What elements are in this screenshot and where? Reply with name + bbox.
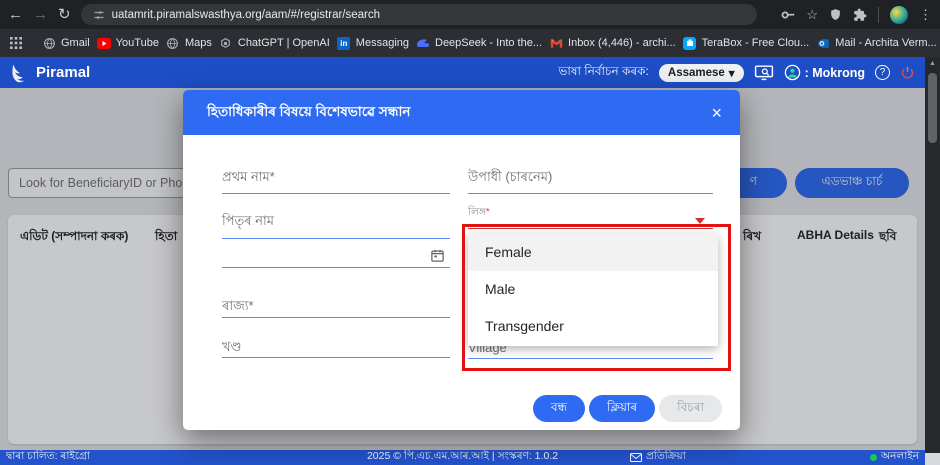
bookmark-youtube[interactable]: YouTube: [97, 36, 159, 50]
feedback-link[interactable]: প্ৰতিক্ৰিয়া: [630, 449, 686, 465]
user-avatar-icon: [784, 64, 801, 81]
bookmark-outlook-mail[interactable]: Mail - Archita Verm...: [816, 36, 936, 50]
village-input[interactable]: [468, 358, 713, 359]
piramal-wing-icon: [10, 63, 30, 83]
site-settings-icon[interactable]: [93, 9, 105, 21]
piramal-logo: Piramal: [10, 63, 90, 83]
bookmark-star-icon[interactable]: ☆: [806, 8, 818, 21]
openai-icon: [219, 36, 233, 50]
logout-power-icon[interactable]: [900, 65, 915, 80]
reload-icon[interactable]: ↻: [58, 7, 71, 22]
father-name-label: পিতৃৰ নাম: [222, 212, 274, 233]
globe-icon: [166, 36, 180, 50]
apps-grid-icon[interactable]: [10, 37, 22, 49]
globe-icon: [42, 36, 56, 50]
online-status: অনলাইন: [870, 449, 919, 465]
bookmark-gmail[interactable]: Gmail: [42, 36, 90, 50]
youtube-icon: [97, 36, 111, 50]
help-icon[interactable]: ?: [875, 65, 890, 80]
scroll-up-icon[interactable]: ▲: [925, 57, 940, 67]
surname-label: উপাধী (চাৰনেম): [468, 168, 552, 189]
block-select[interactable]: [222, 357, 450, 358]
linkedin-icon: in: [337, 36, 351, 50]
dialog-buttons: বন্ধ ক্লিয়াৰ বিচৰা: [533, 395, 722, 422]
language-select-label: ভাষা নিৰ্বাচন কৰক:: [558, 63, 648, 83]
page-viewport: Piramal ভাষা নিৰ্বাচন কৰক: Assamese ▾ : …: [0, 57, 940, 465]
block-label: খণ্ড: [222, 338, 242, 359]
shield-icon[interactable]: [829, 8, 842, 21]
language-select[interactable]: Assamese ▾: [659, 64, 744, 82]
gmail-icon: [549, 36, 563, 50]
chevron-down-icon: ▾: [729, 66, 735, 80]
state-label: ৰাজ্য*: [222, 297, 254, 318]
toolbar-actions: ☆ ⋮: [781, 6, 932, 24]
calendar-icon[interactable]: [430, 248, 445, 263]
bookmark-chatgpt[interactable]: ChatGPT | OpenAI: [219, 36, 330, 50]
back-icon[interactable]: ←: [8, 7, 23, 22]
terabox-icon: [683, 36, 697, 50]
dialog-title: হিতাধিকাৰীৰ বিষয়ে বিশেষভাৱে সন্ধান: [207, 101, 410, 124]
browser-toolbar: ← → ↻ uatamrit.piramalswasthya.org/aam/#…: [0, 0, 940, 29]
close-button[interactable]: বন্ধ: [533, 395, 585, 422]
bookmark-inbox[interactable]: Inbox (4,446) - archi...: [549, 36, 676, 50]
browser-window: ← → ↻ uatamrit.piramalswasthya.org/aam/#…: [0, 0, 940, 465]
gender-dropdown-menu: Female Male Transgender: [468, 234, 718, 346]
surname-input[interactable]: [468, 193, 713, 194]
extensions-puzzle-icon[interactable]: [853, 8, 867, 22]
url-text: uatamrit.piramalswasthya.org/aam/#/regis…: [112, 9, 380, 21]
password-key-icon[interactable]: [781, 8, 795, 22]
page-scrollbar[interactable]: ▲: [925, 57, 940, 465]
father-name-input[interactable]: [222, 238, 450, 239]
outlook-icon: [816, 36, 830, 50]
bookmarks-bar: Gmail YouTube Maps ChatGPT | OpenAI in M…: [0, 29, 940, 57]
dialog-header: হিতাধিকাৰীৰ বিষয়ে বিশেষভাৱে সন্ধান ×: [183, 90, 740, 135]
header-actions: ভাষা নিৰ্বাচন কৰক: Assamese ▾ : Mokrong …: [558, 63, 915, 83]
gender-option-female[interactable]: Female: [468, 234, 718, 271]
app-footer: দ্বাৰা চালিত: ৰাইগ্ৰো 2025 © পি.এচ.এম.আৰ…: [0, 450, 925, 465]
forward-icon[interactable]: →: [33, 7, 48, 22]
gender-label: লিঙ্গ*: [468, 205, 490, 222]
bookmark-terabox[interactable]: TeraBox - Free Clou...: [683, 36, 810, 50]
scrollbar-corner: [925, 453, 940, 465]
close-icon[interactable]: ×: [711, 104, 722, 122]
bookmark-deepseek[interactable]: DeepSeek - Into the...: [416, 36, 542, 50]
state-select[interactable]: [222, 317, 450, 318]
select-caret-icon[interactable]: [695, 218, 705, 224]
first-name-label: প্ৰথম নাম*: [222, 168, 275, 189]
chrome-menu-icon[interactable]: ⋮: [919, 7, 932, 23]
bookmark-maps[interactable]: Maps: [166, 36, 212, 50]
gender-option-male[interactable]: Male: [468, 271, 718, 308]
search-button[interactable]: বিচৰা: [659, 395, 722, 422]
dob-input[interactable]: [222, 267, 450, 268]
profile-avatar[interactable]: [890, 6, 908, 24]
deepseek-icon: [416, 36, 430, 50]
gender-option-transgender[interactable]: Transgender: [468, 308, 718, 345]
bookmark-messaging[interactable]: in Messaging: [337, 36, 409, 50]
main-content: ণ এডভাঞ্চ চাৰ্চ এডিট (সম্পাদনা কৰক) হিতা…: [0, 88, 925, 450]
scrollbar-thumb[interactable]: [928, 73, 937, 143]
screen-search-icon[interactable]: [754, 65, 774, 81]
powered-by-text: দ্বাৰা চালিত: ৰাইগ্ৰো: [6, 449, 90, 465]
app-header: Piramal ভাষা নিৰ্বাচন কৰক: Assamese ▾ : …: [0, 57, 925, 88]
toolbar-divider: [878, 7, 879, 23]
envelope-icon: [630, 453, 642, 462]
clear-button[interactable]: ক্লিয়াৰ: [589, 395, 655, 422]
first-name-input[interactable]: [222, 193, 450, 194]
copyright-text: 2025 © পি.এচ.এম.আৰ.আই | সংস্কৰণ: 1.0.2: [0, 449, 925, 465]
address-bar[interactable]: uatamrit.piramalswasthya.org/aam/#/regis…: [81, 4, 757, 25]
online-dot-icon: [870, 454, 877, 461]
advanced-search-dialog: হিতাধিকাৰীৰ বিষয়ে বিশেষভাৱে সন্ধান × প্…: [183, 90, 740, 430]
logged-in-user: : Mokrong: [805, 66, 865, 80]
gender-select[interactable]: [468, 228, 713, 229]
